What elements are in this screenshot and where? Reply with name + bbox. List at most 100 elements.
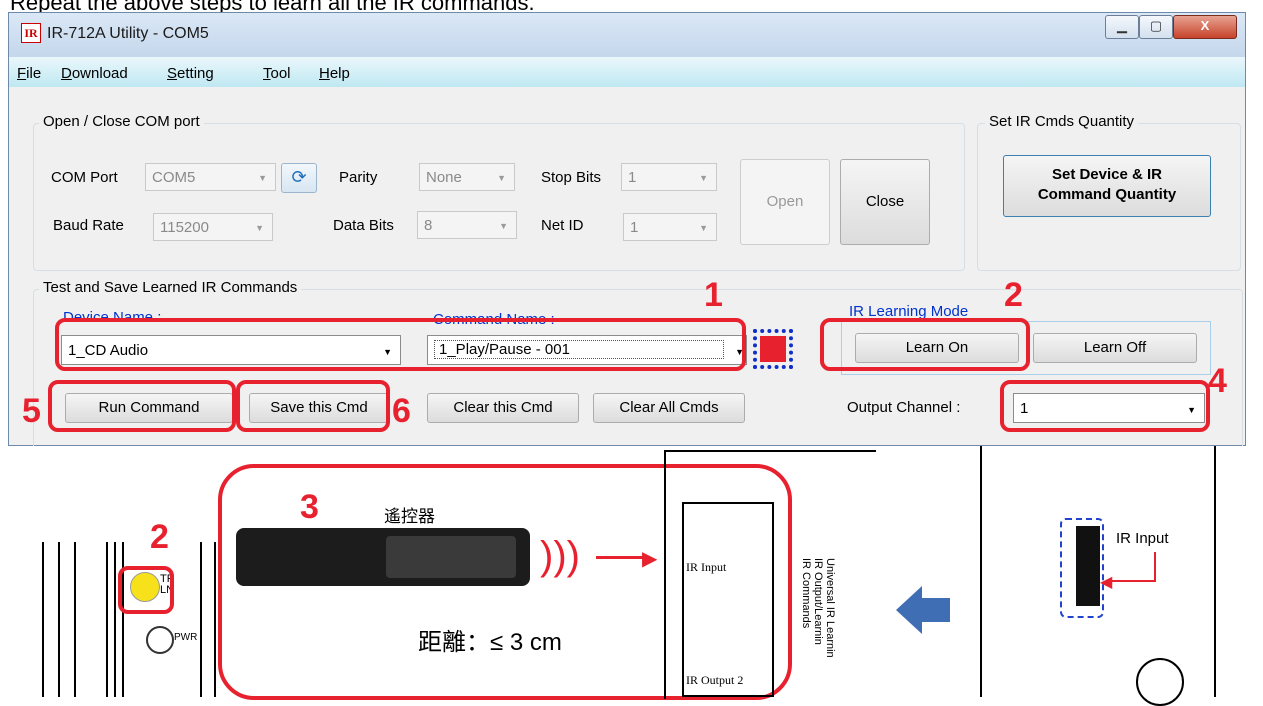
com-port-group-title: Open / Close COM port (39, 113, 204, 130)
step4-number: 4 (1208, 362, 1227, 400)
learn-off-button[interactable]: Learn Off (1033, 333, 1197, 363)
side-text-2: IR Output/Learnin (812, 558, 824, 645)
learning-status-indicator (760, 336, 786, 362)
led-highlight (118, 566, 174, 614)
arrow-left-icon (896, 586, 922, 634)
power-led (146, 626, 174, 654)
menu-file[interactable]: File (17, 65, 41, 82)
pointer-line (1110, 580, 1156, 582)
illustration-area: TR LN 2 PWR 3 遙控器 ))) ▶ 距離：≤ 3 cm IR Inp… (0, 446, 1263, 706)
refresh-icon[interactable]: ⟳ (281, 163, 317, 193)
device-edge-line (122, 542, 124, 697)
com-port-select[interactable]: COM5 ▼ (145, 163, 276, 191)
device-edge-line (74, 542, 76, 697)
step4-highlight (1000, 380, 1210, 432)
close-window-button[interactable]: X (1173, 15, 1237, 39)
set-quantity-line1: Set Device & IR (1051, 166, 1163, 183)
menu-tool[interactable]: Tool (263, 65, 291, 82)
distance-label: 距離：≤ 3 cm (418, 629, 562, 656)
window-title: IR-712A Utility - COM5 (47, 25, 209, 42)
remote-label: 遙控器 (384, 507, 435, 527)
data-bits-label: Data Bits (333, 217, 394, 234)
device-edge-line (58, 542, 60, 697)
net-id-label: Net ID (541, 217, 584, 234)
step5-number: 5 (22, 392, 41, 430)
menu-tool-mnemonic: T (263, 65, 271, 82)
minimize-button[interactable]: ▁ (1105, 15, 1139, 39)
step2-number: 2 (1004, 276, 1023, 314)
data-bits-value: 8 (424, 217, 433, 234)
remote-control-icon (236, 528, 530, 586)
arrow-right-icon: ▶ (642, 548, 658, 570)
step3-number: 3 (300, 488, 319, 526)
signal-waves-icon: ))) (540, 534, 580, 578)
chevron-down-icon: ▼ (255, 223, 264, 233)
baud-rate-value: 115200 (160, 219, 209, 236)
menu-setting-rest: etting (177, 65, 214, 82)
menu-setting[interactable]: Setting (167, 65, 214, 82)
device-edge-line (42, 542, 44, 697)
step6-number: 6 (392, 392, 411, 430)
device-edge-line (200, 542, 202, 697)
set-quantity-line2: Command Quantity (1037, 186, 1177, 203)
menu-download-mnemonic: D (61, 65, 72, 82)
menu-download-rest: ownload (71, 65, 128, 82)
step2b-number: 2 (150, 518, 169, 556)
output-channel-label: Output Channel : (847, 399, 961, 416)
clear-all-button[interactable]: Clear All Cmds (593, 393, 745, 423)
side-text-1: Universal IR Learnin (824, 558, 836, 658)
stop-bits-label: Stop Bits (541, 169, 602, 186)
chevron-down-icon: ▼ (699, 173, 708, 183)
net-id-value: 1 (630, 219, 639, 236)
module-side-text: Universal IR Learnin IR Output/Learnin I… (800, 558, 836, 658)
chevron-down-icon: ▼ (499, 221, 508, 231)
chevron-down-icon: ▼ (699, 223, 708, 233)
menu-help-mnemonic: H (319, 65, 330, 82)
menu-setting-mnemonic: S (167, 65, 178, 82)
stop-bits-select[interactable]: 1 ▼ (621, 163, 717, 191)
ir-quantity-group-title: Set IR Cmds Quantity (985, 113, 1139, 130)
device-edge-line (114, 542, 116, 697)
com-port-value: COM5 (152, 169, 196, 186)
set-quantity-button[interactable]: Set Device & IR Command Quantity (1003, 155, 1211, 217)
side-text-3: IR Commands (800, 558, 812, 629)
led-pwr-label: PWR (174, 632, 198, 643)
close-port-button[interactable]: Close (840, 159, 930, 245)
arrow-line (596, 556, 646, 559)
pointer-arrow-icon: ◀ (1100, 574, 1113, 591)
baud-rate-select[interactable]: 115200 ▼ (153, 213, 273, 241)
menu-file-rest: ile (26, 65, 42, 82)
remote-buttons (386, 536, 516, 578)
step5-highlight (48, 380, 236, 432)
connector-circle (1136, 658, 1184, 706)
step1-number: 1 (704, 276, 723, 314)
chevron-down-icon: ▼ (497, 173, 506, 183)
parity-select[interactable]: None ▼ (419, 163, 515, 191)
menu-bar: File Download Setting Tool Help (9, 57, 1245, 87)
com-port-label: COM Port (51, 169, 118, 186)
step1-highlight (55, 318, 746, 371)
app-icon: IR (21, 23, 41, 43)
arrow-left-shaft (920, 598, 950, 622)
ir-module-panel (682, 502, 774, 697)
step6-highlight (236, 380, 390, 432)
device-edge-line (214, 542, 216, 697)
title-bar: IR IR-712A Utility - COM5 ▁ ▢ X (9, 13, 1245, 57)
maximize-button[interactable]: ▢ (1139, 15, 1173, 39)
parity-value: None (426, 169, 462, 186)
menu-file-mnemonic: F (17, 65, 27, 82)
parity-label: Parity (339, 169, 378, 186)
net-id-select[interactable]: 1 ▼ (623, 213, 717, 241)
data-bits-select[interactable]: 8 ▼ (417, 211, 517, 239)
clear-cmd-button[interactable]: Clear this Cmd (427, 393, 579, 423)
device-edge-line (106, 542, 108, 697)
ir-output2-port-label: IR Output 2 (686, 673, 744, 687)
open-button[interactable]: Open (740, 159, 830, 245)
menu-download[interactable]: Download (61, 65, 128, 82)
menu-help[interactable]: Help (319, 65, 350, 82)
pointer-line (1154, 552, 1156, 582)
stop-bits-value: 1 (628, 169, 637, 186)
step2-highlight (820, 318, 1030, 371)
ir-input-port-label: IR Input (686, 560, 727, 574)
chevron-down-icon: ▼ (258, 173, 267, 183)
